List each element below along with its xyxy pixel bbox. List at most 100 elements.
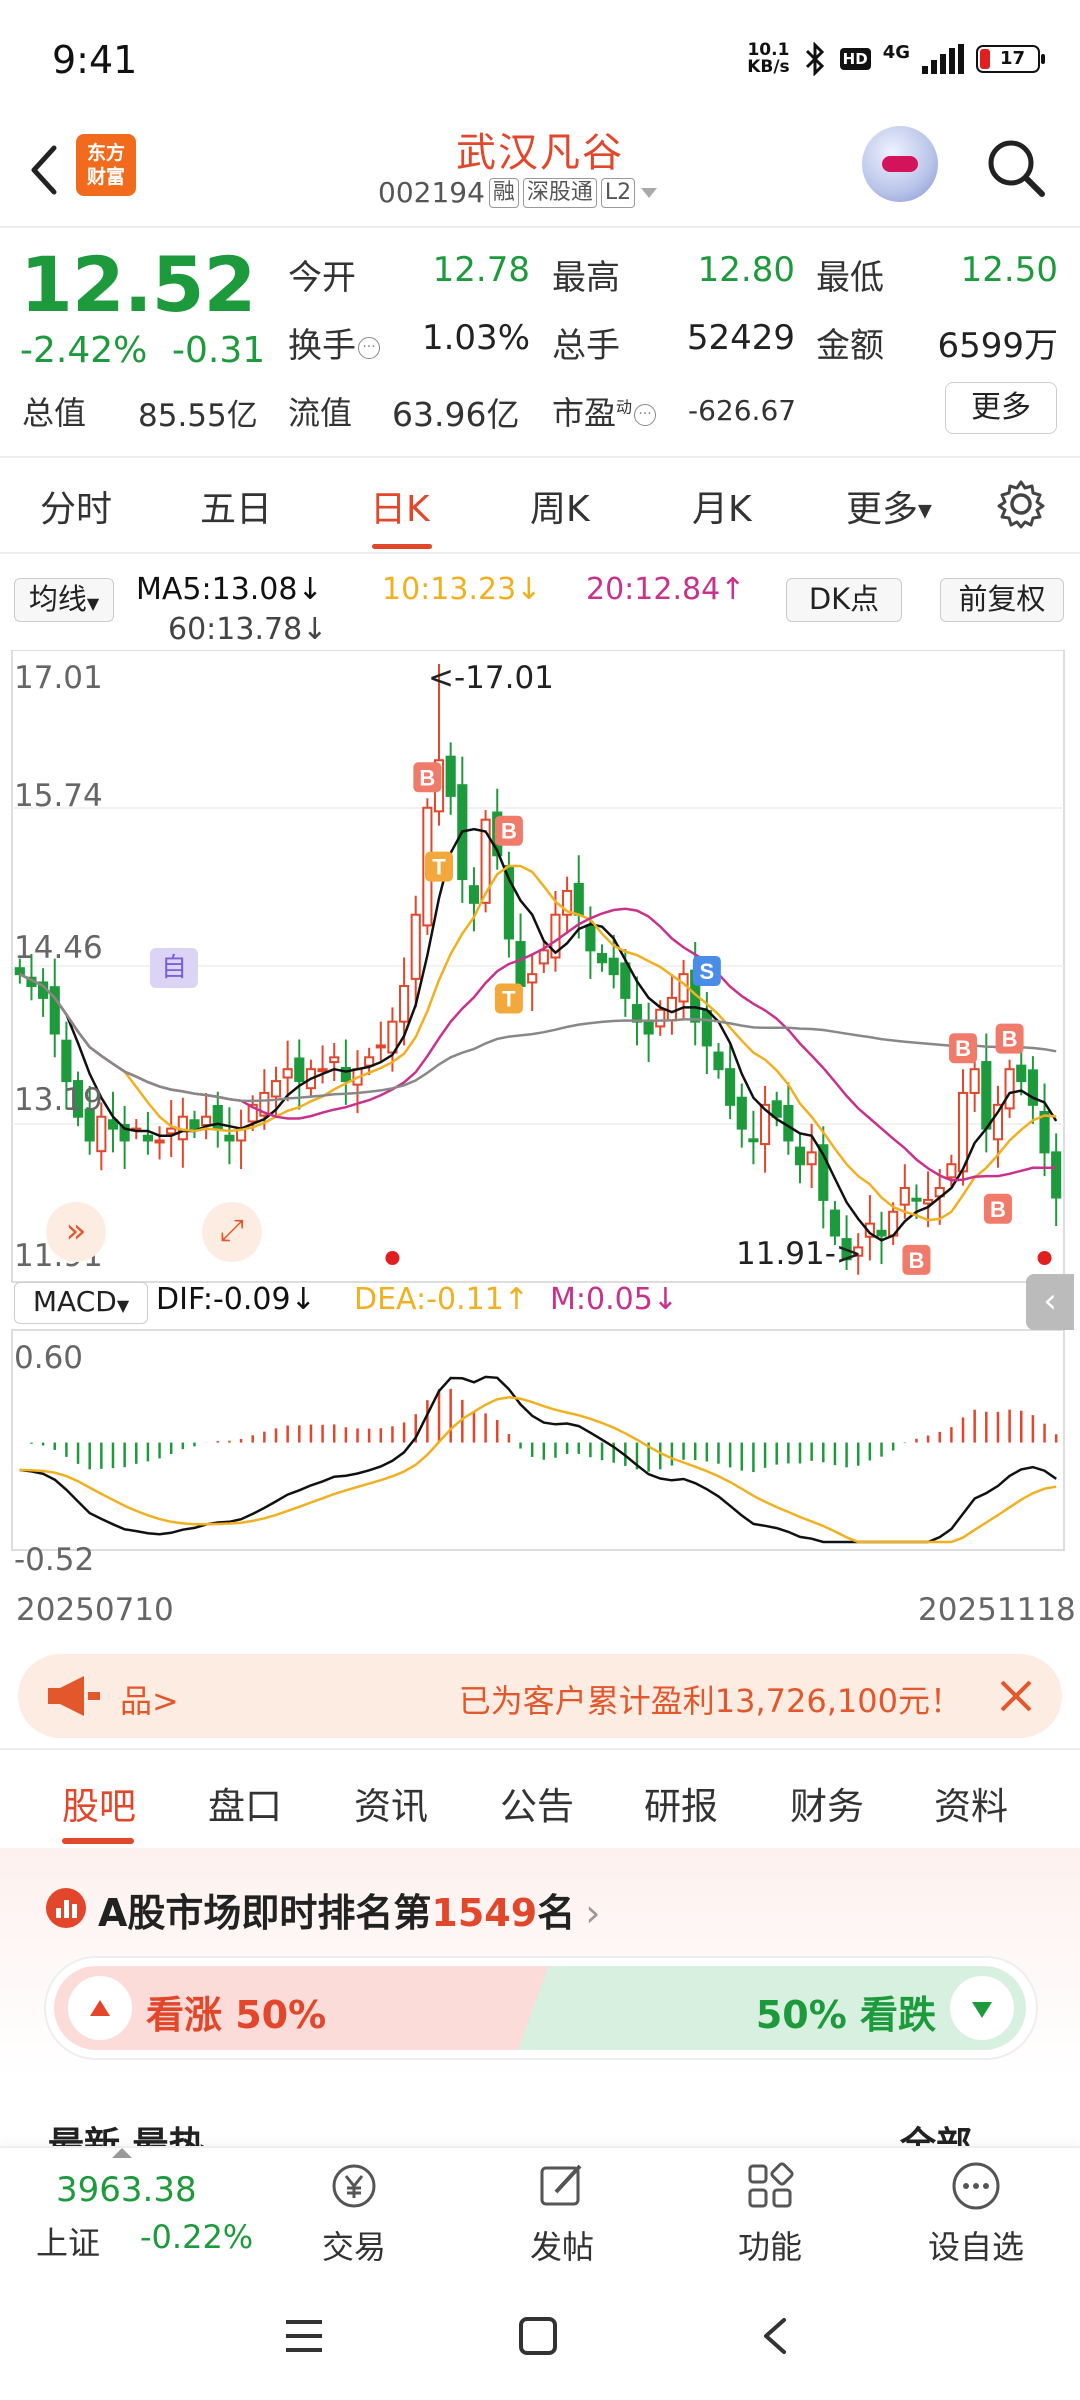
candle-body bbox=[224, 1134, 235, 1142]
fullscreen-icon[interactable]: ⤢ bbox=[202, 1202, 262, 1262]
event-dot bbox=[1037, 1251, 1052, 1265]
float-mv-label: 流值 bbox=[288, 394, 353, 432]
tab-intraday[interactable]: 分时 bbox=[40, 480, 112, 532]
more-button[interactable]: 更多 bbox=[945, 382, 1057, 434]
candle-body bbox=[794, 1146, 806, 1166]
candle-body bbox=[620, 962, 631, 999]
candle-body bbox=[748, 1138, 759, 1143]
tab-research[interactable]: 研报 bbox=[644, 1776, 718, 1830]
min-price-note: 11.91-> bbox=[736, 1236, 862, 1272]
candle-body bbox=[468, 885, 480, 904]
dropdown-triangle-icon: ▼ bbox=[116, 1296, 130, 1315]
candle-body bbox=[399, 985, 410, 1023]
event-dot bbox=[385, 1251, 400, 1265]
candle-body bbox=[829, 1209, 841, 1237]
back-icon[interactable] bbox=[756, 2316, 792, 2356]
change-percent: -2.42% bbox=[20, 330, 148, 371]
y-axis-label-4: 13.19 bbox=[14, 1082, 103, 1118]
add-watchlist-button[interactable]: 设自选 bbox=[906, 2158, 1046, 2268]
tab-profile[interactable]: 资料 bbox=[934, 1776, 1008, 1830]
stock-meta[interactable]: 002194 融 深股通 L2 bbox=[378, 176, 659, 209]
candle-body bbox=[538, 949, 549, 965]
change-amount: -0.31 bbox=[172, 330, 266, 371]
status-bar: 9:41 10.1 KB/s HD 4G 17 bbox=[0, 0, 1080, 120]
tab-five-day[interactable]: 五日 bbox=[200, 480, 272, 532]
battery-level: 17 bbox=[1000, 48, 1026, 69]
dk-point-button[interactable]: DK点 bbox=[786, 578, 902, 622]
adjust-button[interactable]: 前复权 bbox=[940, 578, 1064, 622]
tab-more[interactable]: 更多▼ bbox=[846, 480, 932, 532]
home-icon[interactable] bbox=[518, 2316, 558, 2356]
tab-daily-k[interactable]: 日K bbox=[370, 480, 430, 532]
pe-label[interactable]: 市盈动 ··· bbox=[552, 388, 657, 434]
candle-body bbox=[107, 1119, 119, 1130]
tab-news[interactable]: 资讯 bbox=[354, 1776, 428, 1830]
menu-icon[interactable] bbox=[284, 2318, 324, 2354]
yen-circle-icon bbox=[332, 2164, 376, 2208]
info-dots-icon[interactable]: ··· bbox=[358, 336, 380, 359]
post-button[interactable]: 发帖 bbox=[492, 2158, 632, 2268]
tab-monthly-k[interactable]: 月K bbox=[692, 480, 752, 532]
candle-body bbox=[142, 1134, 153, 1142]
pe-label-text: 市盈 bbox=[552, 394, 617, 432]
signal-marker-label: S bbox=[700, 959, 715, 984]
signal-marker-label: B bbox=[1002, 1027, 1018, 1052]
open-value: 12.78 bbox=[432, 250, 530, 290]
connect-tag: 深股通 bbox=[522, 177, 597, 208]
candle-body bbox=[806, 1151, 817, 1166]
kline-chart[interactable]: B T B T S B B B B bbox=[0, 650, 1080, 1590]
index-value[interactable]: 3963.38 bbox=[56, 2170, 197, 2210]
battery-icon: 17 bbox=[976, 45, 1045, 73]
down-triangle-icon bbox=[950, 1976, 1014, 2040]
candle-body bbox=[1039, 1110, 1050, 1154]
indicator-select[interactable]: MACD▼ bbox=[14, 1282, 148, 1324]
ma5-line bbox=[19, 827, 1058, 1242]
candle-body bbox=[14, 967, 25, 976]
gear-icon[interactable] bbox=[995, 478, 1047, 530]
expand-chevrons-icon[interactable]: » bbox=[46, 1202, 106, 1262]
tab-finance[interactable]: 财务 bbox=[790, 1776, 864, 1830]
up-triangle-icon bbox=[68, 1976, 132, 2040]
indicator-label: MACD bbox=[32, 1285, 117, 1318]
megaphone-icon bbox=[48, 1676, 100, 1716]
hd-badge: HD bbox=[839, 48, 871, 70]
pe-value: -626.67 bbox=[688, 394, 797, 427]
kline-chart-area[interactable]: BTBTSBBBB 17.01 15.74 14.46 13.19 11.91 … bbox=[0, 650, 1080, 1630]
assistant-robot-avatar[interactable] bbox=[862, 126, 938, 202]
ma-type-select[interactable]: 均线▼ bbox=[14, 578, 114, 622]
candle-body bbox=[96, 1115, 107, 1153]
promo-product[interactable]: 品> bbox=[120, 1676, 179, 1722]
ma60-line bbox=[19, 972, 1057, 1103]
macd-dif-line bbox=[19, 1375, 1057, 1544]
trade-button[interactable]: 交易 bbox=[284, 2158, 424, 2268]
ma10-value: 10:13.23↓ bbox=[382, 572, 542, 607]
ma10-line bbox=[19, 864, 1057, 1222]
tab-announcements[interactable]: 公告 bbox=[500, 1776, 574, 1830]
search-icon[interactable] bbox=[984, 136, 1048, 200]
candle-body bbox=[282, 1068, 293, 1079]
rank-text[interactable]: A股市场即时排名第1549名 › bbox=[98, 1882, 600, 1937]
ma-legend-bar: 均线▼ MA5:13.08↓ 10:13.23↓ 20:12.84↑ 60:13… bbox=[0, 556, 1080, 652]
tab-forum[interactable]: 股吧 bbox=[62, 1776, 136, 1830]
date-end: 20251118 bbox=[918, 1592, 1076, 1628]
promo-banner[interactable]: 品> 已为客户累计盈利13,726,100元！ bbox=[18, 1654, 1062, 1738]
dropdown-triangle-icon: ▼ bbox=[86, 594, 100, 613]
y-axis-label-3: 14.46 bbox=[14, 930, 103, 966]
candle-body bbox=[515, 941, 526, 988]
tab-orderbook[interactable]: 盘口 bbox=[208, 1776, 282, 1830]
self-select-marker[interactable]: 自 bbox=[150, 948, 198, 988]
turnover-label[interactable]: 换手 ··· bbox=[288, 318, 380, 367]
info-dots-icon[interactable]: ··· bbox=[634, 404, 657, 426]
candle-body bbox=[608, 957, 619, 976]
tab-weekly-k[interactable]: 周K bbox=[530, 480, 590, 532]
macd-y-bottom: -0.52 bbox=[14, 1542, 95, 1578]
high-value: 12.80 bbox=[697, 250, 795, 290]
candle-body bbox=[725, 1068, 736, 1106]
candle-body bbox=[189, 1119, 200, 1130]
index-change: -0.22% bbox=[140, 2218, 254, 2256]
close-icon[interactable] bbox=[998, 1678, 1034, 1714]
status-time: 9:41 bbox=[52, 38, 138, 82]
candle-body bbox=[445, 755, 456, 797]
function-button[interactable]: 功能 bbox=[700, 2158, 840, 2268]
collapse-panel-icon[interactable]: ‹ bbox=[1026, 1274, 1074, 1330]
